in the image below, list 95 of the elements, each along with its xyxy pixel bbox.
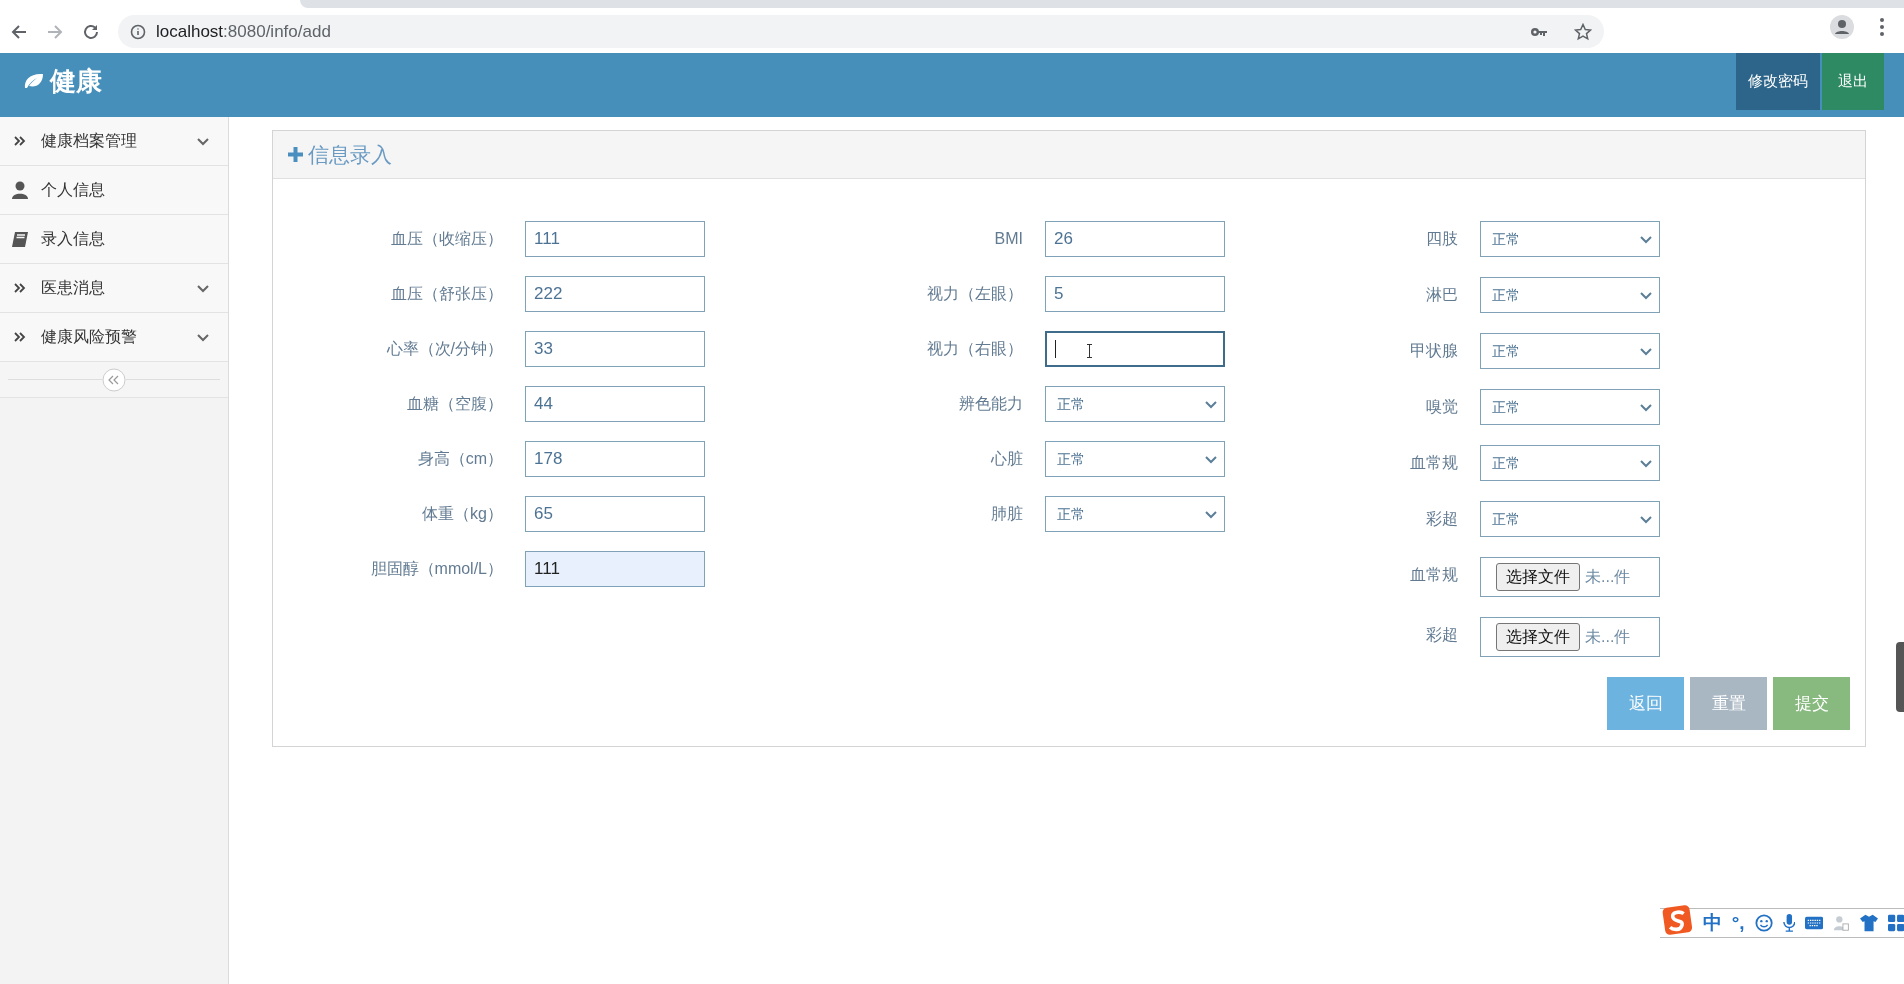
sidebar-item[interactable]: 个人信息 [0,166,228,215]
field-label: 胆固醇（mmol/L） [369,559,504,579]
grid-icon[interactable] [1887,914,1904,932]
text-field[interactable]: 65 [525,496,705,532]
side-handle[interactable] [1896,642,1904,712]
key-icon[interactable] [1530,25,1548,38]
field-label: 嗅觉 [1425,397,1459,417]
field-label: 血压（收缩压） [390,229,504,249]
field-label: 身高（cm） [416,449,504,469]
dropdown[interactable]: 正常 [1480,389,1660,425]
dropdown[interactable]: 正常 [1480,221,1660,257]
chevron-down-icon [196,283,210,293]
field-label: 甲状腺 [1409,341,1459,361]
text-field[interactable]: 178 [525,441,705,477]
field-label: 体重（kg） [421,504,504,524]
chevron-down-icon [1639,402,1653,412]
chevron-down-icon [196,332,210,342]
chevron-down-icon [1204,509,1218,519]
chevron-down-icon [1639,290,1653,300]
shirt-icon[interactable] [1859,914,1878,932]
chevron-down-icon [1204,399,1218,409]
i-beam-cursor-icon [1087,344,1092,358]
field-label: 血常规 [1409,565,1459,585]
double-chevron-icon [14,331,26,343]
chevron-down-icon [1639,514,1653,524]
field-label: 四肢 [1425,229,1459,249]
text-field[interactable]: 5 [1045,276,1225,312]
field-label: 血压（舒张压） [390,284,504,304]
text-field[interactable]: 44 [525,386,705,422]
double-chevron-icon [14,282,26,294]
field-label: 彩超 [1425,509,1459,529]
dropdown[interactable]: 正常 [1045,386,1225,422]
text-field[interactable]: 26 [1045,221,1225,257]
text-field[interactable]: 33 [525,331,705,367]
text-cursor [1055,340,1056,358]
chevron-down-icon [1639,346,1653,356]
info-icon [130,23,146,40]
chevron-down-icon [196,136,210,146]
file-status: 未...件 [1585,627,1631,647]
brand-title: 健康 [50,64,102,98]
field-label: 辨色能力 [958,394,1024,414]
double-chevron-icon [14,135,26,147]
field-label: BMI [993,229,1024,249]
field-label: 淋巴 [1425,285,1459,305]
file-input[interactable]: 选择文件 未...件 [1480,617,1660,657]
file-status: 未...件 [1585,567,1631,587]
dropdown[interactable]: 正常 [1045,496,1225,532]
field-label: 视力（左眼） [926,284,1024,304]
user-icon [12,181,28,199]
sidebar-item[interactable]: 录入信息 [0,215,228,264]
leaf-icon [22,72,44,90]
ime-mode[interactable]: 中 [1702,908,1722,938]
text-field[interactable] [1045,331,1225,367]
sidebar-item[interactable]: 健康档案管理 [0,117,228,166]
microphone-icon[interactable] [1782,913,1796,933]
text-field[interactable]: 111 [525,551,705,587]
star-icon[interactable] [1574,22,1592,41]
dropdown[interactable]: 正常 [1480,445,1660,481]
dropdown[interactable]: 正常 [1480,333,1660,369]
chevron-down-icon [1639,458,1653,468]
dropdown[interactable]: 正常 [1480,277,1660,313]
field-label: 血糖（空腹） [406,394,504,414]
collapse-sidebar-icon[interactable] [102,367,126,392]
field-label: 视力（右眼） [926,339,1024,359]
chevron-down-icon [1639,234,1653,244]
url-text: localhost:8080/info/add [156,20,331,43]
text-field[interactable]: 111 [525,221,705,257]
choose-file-button[interactable]: 选择文件 [1496,563,1580,591]
logout-button[interactable]: 退出 [1822,53,1884,110]
field-label: 心率（次/分钟） [385,339,504,359]
reload-icon[interactable] [82,22,100,41]
choose-file-button[interactable]: 选择文件 [1496,623,1580,651]
sidebar-item[interactable]: 医患消息 [0,264,228,313]
smiley-icon[interactable] [1754,913,1773,933]
profile-icon[interactable] [1830,15,1854,39]
keyboard-icon[interactable] [1805,916,1824,930]
plus-icon [287,146,304,163]
ime-logo-icon[interactable] [1662,903,1693,937]
back-icon[interactable] [10,22,28,41]
change-password-button[interactable]: 修改密码 [1736,53,1820,110]
field-label: 心脏 [990,449,1024,469]
dropdown[interactable]: 正常 [1045,441,1225,477]
field-label: 彩超 [1425,625,1459,645]
sidebar-item[interactable]: 健康风险预警 [0,313,228,362]
book-icon [11,230,29,248]
field-label: 血常规 [1409,453,1459,473]
chevron-down-icon [1204,454,1218,464]
ime-punctuation[interactable]: °, [1731,908,1745,938]
field-label: 肺脏 [990,504,1024,524]
dropdown[interactable]: 正常 [1480,501,1660,537]
address-bar[interactable]: localhost:8080/info/add [118,15,1604,48]
panel-title: 信息录入 [308,141,392,168]
file-input[interactable]: 选择文件 未...件 [1480,557,1660,597]
text-field[interactable]: 222 [525,276,705,312]
menu-icon[interactable] [1880,18,1884,36]
